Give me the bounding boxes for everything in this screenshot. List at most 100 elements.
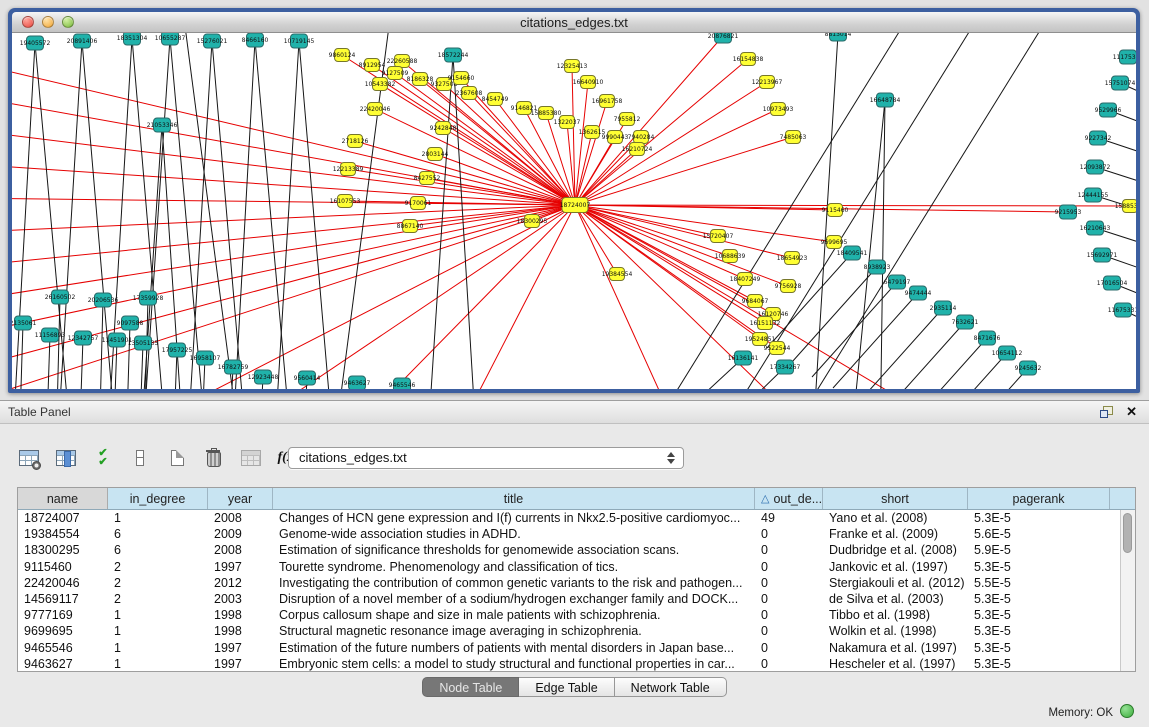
graph-node[interactable]: 11675331 (1108, 303, 1136, 317)
column-header-short[interactable]: short (823, 488, 968, 509)
graph-edge[interactable] (575, 132, 592, 205)
graph-edge[interactable] (575, 36, 723, 205)
graph-node[interactable]: 16210724 (622, 143, 653, 156)
table-cell[interactable]: Tourette syndrome. Phenomenology and cla… (273, 560, 755, 574)
graph-edge[interactable] (575, 205, 765, 323)
graph-edge[interactable] (187, 41, 212, 389)
graph-edge[interactable] (232, 40, 255, 389)
graph-node[interactable]: 1322037 (554, 116, 581, 129)
graph-edge[interactable] (192, 205, 575, 389)
graph-node[interactable]: 8813014 (825, 33, 852, 41)
table-cell[interactable]: Hescheler et al. (1997) (823, 657, 968, 671)
graph-node[interactable]: 8466160 (242, 33, 269, 47)
graph-node[interactable]: 21053346 (147, 118, 178, 132)
graph-edge[interactable] (395, 73, 575, 205)
table-cell[interactable]: 2 (108, 576, 208, 590)
table-cell[interactable]: 5.3E-5 (968, 511, 1110, 525)
graph-node[interactable]: 15720407 (703, 230, 734, 243)
table-cell[interactable]: 6 (108, 543, 208, 557)
graph-node[interactable]: 9560414 (294, 371, 321, 385)
table-row[interactable]: 1872400712008Changes of HCN gene express… (18, 510, 1120, 526)
graph-node[interactable]: 16782759 (218, 360, 249, 374)
graph-node[interactable]: 9474444 (905, 286, 932, 300)
graph-node[interactable]: 9242848 (430, 122, 457, 135)
graph-edge[interactable] (274, 41, 299, 389)
graph-node[interactable]: 12444155 (1078, 188, 1109, 202)
table-cell[interactable]: 5.3E-5 (968, 657, 1110, 671)
graph-node[interactable]: 8454749 (482, 93, 509, 106)
graph-edge[interactable] (432, 205, 575, 389)
graph-node[interactable]: 18724007 (560, 198, 591, 213)
graph-node[interactable]: 18654923 (777, 252, 808, 265)
table-cell[interactable]: 0 (755, 576, 823, 590)
graph-edge[interactable] (880, 322, 965, 389)
graph-node[interactable]: 16640910 (573, 76, 604, 89)
clear-selection-button[interactable] (127, 446, 153, 470)
table-cell[interactable]: 0 (755, 641, 823, 655)
graph-node[interactable]: 19405572 (20, 36, 51, 50)
graph-edge[interactable] (92, 205, 575, 389)
graph-node[interactable]: 17359928 (133, 291, 164, 305)
table-cell[interactable]: 2008 (208, 543, 273, 557)
table-row[interactable]: 969969511998Structural magnetic resonanc… (18, 623, 1120, 639)
table-cell[interactable]: 19384554 (18, 527, 108, 541)
graph-edge[interactable] (126, 323, 130, 389)
graph-node[interactable]: 11175342 (1113, 50, 1136, 64)
table-cell[interactable]: 1997 (208, 560, 273, 574)
graph-node[interactable]: 9215953 (1055, 205, 1082, 219)
table-cell[interactable]: 2012 (208, 576, 273, 590)
table-cell[interactable]: 2009 (208, 527, 273, 541)
close-panel-icon[interactable]: ✕ (1126, 404, 1137, 419)
graph-edge[interactable] (858, 308, 943, 389)
network-canvas[interactable]: 1872400798601248912954222605889127509105… (12, 33, 1136, 389)
table-cell[interactable]: 6 (108, 527, 208, 541)
graph-node[interactable]: 12213389 (333, 163, 364, 176)
table-cell[interactable]: 9699695 (18, 624, 108, 638)
graph-node[interactable]: 20876821 (708, 33, 739, 43)
graph-edge[interactable] (99, 300, 103, 389)
table-cell[interactable]: 9777169 (18, 608, 108, 622)
graph-edge[interactable] (767, 253, 852, 348)
table-cell[interactable]: 5.5E-5 (968, 576, 1110, 590)
graph-edge[interactable] (56, 297, 60, 389)
graph-node[interactable]: 9227342 (1085, 131, 1112, 145)
memory-status-indicator[interactable] (1120, 704, 1134, 718)
graph-edge[interactable] (572, 66, 575, 205)
graph-node[interactable]: 16107553 (330, 195, 361, 208)
table-cell[interactable]: 2008 (208, 511, 273, 525)
graph-edge[interactable] (19, 323, 23, 389)
column-header-in_degree[interactable]: in_degree (108, 488, 208, 509)
table-cell[interactable]: 0 (755, 543, 823, 557)
zoom-window-icon[interactable] (62, 16, 74, 28)
graph-node[interactable]: 16154838 (733, 53, 764, 66)
table-cell[interactable]: 9115460 (18, 560, 108, 574)
table-cell[interactable]: 5.6E-5 (968, 527, 1110, 541)
float-panel-icon[interactable] (1100, 406, 1113, 418)
graph-edge[interactable] (575, 109, 778, 205)
table-cell[interactable]: 2003 (208, 592, 273, 606)
graph-node[interactable]: 17957225 (162, 343, 193, 357)
column-header-name[interactable]: name (18, 488, 108, 509)
table-cell[interactable]: Wolkin et al. (1998) (823, 624, 968, 638)
table-cell[interactable]: 9463627 (18, 657, 108, 671)
table-cell[interactable]: 1998 (208, 624, 273, 638)
table-row[interactable]: 1830029562008Estimation of significance … (18, 542, 1120, 558)
graph-edge[interactable] (212, 41, 247, 389)
table-cell[interactable]: 0 (755, 624, 823, 638)
close-window-icon[interactable] (22, 16, 34, 28)
graph-node[interactable]: 10719145 (284, 34, 315, 48)
table-cell[interactable]: de Silva et al. (2003) (823, 592, 968, 606)
table-cell[interactable]: Embryonic stem cells: a model to study s… (273, 657, 755, 671)
graph-node[interactable]: 22260588 (387, 55, 418, 68)
table-cell[interactable]: 1 (108, 608, 208, 622)
table-cell[interactable]: 2 (108, 592, 208, 606)
table-cell[interactable]: 1 (108, 641, 208, 655)
network-view-window[interactable]: citations_edges.txt 18724007986012489129… (8, 8, 1140, 393)
graph-node[interactable]: 7632621 (952, 315, 979, 329)
graph-node[interactable]: 16961758 (592, 95, 623, 108)
graph-node[interactable]: 15276021 (197, 34, 228, 48)
column-header-title[interactable]: title (273, 488, 755, 509)
graph-edge[interactable] (12, 205, 575, 338)
table-row[interactable]: 1938455462009Genome-wide association stu… (18, 526, 1120, 542)
graph-node[interactable]: 12923448 (248, 370, 279, 384)
